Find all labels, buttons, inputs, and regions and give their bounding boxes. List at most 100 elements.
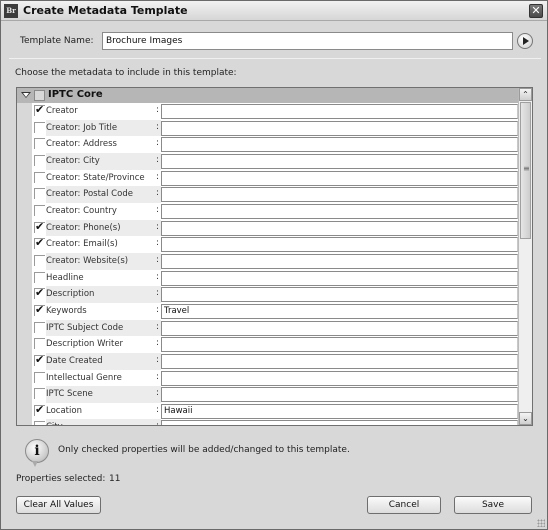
metadata-row: Intellectual Genre: — [17, 369, 518, 387]
row-colon: : — [156, 221, 160, 232]
group-label: IPTC Core — [48, 89, 103, 100]
flyout-menu-button[interactable] — [517, 33, 533, 49]
row-colon: : — [156, 105, 160, 115]
row-label: Creator: Email(s) — [46, 239, 118, 250]
template-name-label: Template Name: — [20, 36, 94, 46]
row-colon: : — [156, 304, 160, 315]
row-checkbox[interactable] — [34, 220, 45, 233]
row-checkbox[interactable] — [34, 103, 45, 116]
row-gutter — [17, 386, 32, 403]
row-colon: : — [156, 388, 160, 399]
info-icon: i — [25, 439, 49, 467]
resize-grip[interactable] — [537, 519, 545, 527]
row-value-input[interactable] — [161, 387, 518, 403]
row-colon: : — [156, 238, 160, 249]
save-button[interactable]: Save — [454, 496, 532, 514]
row-colon: : — [156, 204, 160, 215]
row-checkbox[interactable] — [34, 204, 45, 216]
row-value-input[interactable] — [161, 187, 518, 203]
clear-all-values-button[interactable]: Clear All Values — [16, 496, 101, 514]
vertical-scrollbar[interactable]: ⌃ ≡ ⌄ — [518, 88, 532, 425]
row-checkbox[interactable] — [34, 321, 45, 333]
row-checkbox[interactable] — [34, 154, 45, 166]
row-value-input[interactable] — [161, 120, 518, 136]
row-checkbox[interactable] — [34, 303, 45, 316]
row-checkbox[interactable] — [34, 371, 45, 383]
divider — [9, 58, 541, 59]
row-gutter — [17, 336, 32, 353]
row-value-input[interactable] — [161, 170, 518, 186]
row-label: Creator: City — [46, 152, 161, 170]
row-value-input[interactable] — [161, 287, 518, 303]
row-value-input[interactable] — [161, 220, 518, 236]
disclosure-triangle-icon[interactable] — [21, 92, 31, 98]
row-checkbox[interactable] — [34, 171, 45, 183]
row-value-input[interactable] — [161, 270, 518, 286]
metadata-row: IPTC Subject Code: — [17, 319, 518, 337]
group-header-iptc-core[interactable]: IPTC Core — [17, 88, 518, 103]
create-metadata-template-dialog: Br Create Metadata Template ✕ Template N… — [0, 0, 548, 530]
metadata-list: IPTC Core Creator:Creator: Job Title:Cre… — [16, 87, 533, 426]
row-checkbox[interactable] — [34, 188, 45, 200]
row-checkbox[interactable] — [34, 286, 45, 300]
info-message: Only checked properties will be added/ch… — [58, 445, 350, 455]
row-value-input[interactable] — [161, 420, 518, 425]
row-checkbox[interactable] — [34, 403, 45, 416]
row-colon: : — [156, 419, 159, 425]
row-checkbox[interactable] — [34, 338, 45, 350]
row-value-input[interactable] — [161, 104, 518, 119]
scroll-up-button[interactable]: ⌃ — [519, 88, 532, 101]
metadata-row: Creator: City: — [17, 152, 518, 170]
metadata-row: Headline: — [17, 269, 518, 287]
row-gutter — [17, 252, 32, 270]
row-value-input[interactable]: Travel — [161, 303, 518, 319]
row-label: Creator — [46, 106, 78, 116]
scroll-down-button[interactable]: ⌄ — [519, 412, 532, 425]
metadata-row: IPTC Scene: — [17, 386, 518, 403]
group-checkbox[interactable] — [34, 90, 45, 101]
row-checkbox[interactable] — [34, 138, 45, 150]
row-label: Creator: Job Title — [46, 119, 161, 137]
metadata-rows: Creator:Creator: Job Title:Creator: Addr… — [17, 103, 518, 425]
row-value-input[interactable] — [161, 337, 518, 353]
row-checkbox[interactable] — [34, 121, 45, 133]
row-label: Headline — [46, 272, 84, 283]
row-value-input[interactable] — [161, 153, 518, 169]
row-gutter — [17, 302, 32, 320]
row-checkbox[interactable] — [34, 271, 45, 283]
metadata-row: Creator: Country: — [17, 202, 518, 220]
window-title: Create Metadata Template — [23, 4, 188, 17]
title-bar: Br Create Metadata Template ✕ — [1, 1, 547, 21]
row-label: Description — [46, 286, 161, 303]
row-value-input[interactable] — [161, 320, 518, 336]
cancel-button[interactable]: Cancel — [367, 496, 441, 514]
row-checkbox[interactable] — [34, 388, 45, 400]
row-value-input[interactable] — [161, 370, 518, 386]
row-checkbox[interactable] — [34, 421, 45, 425]
metadata-row: Location:Hawaii — [17, 402, 518, 420]
scroll-thumb[interactable]: ≡ — [520, 102, 531, 239]
row-checkbox[interactable] — [34, 236, 45, 250]
row-value-input[interactable] — [161, 253, 518, 269]
row-gutter — [17, 169, 32, 187]
metadata-row: Keywords:Travel — [17, 302, 518, 320]
row-colon: : — [156, 404, 160, 415]
row-value-input[interactable] — [161, 137, 518, 153]
close-button[interactable]: ✕ — [529, 4, 543, 18]
row-gutter — [17, 402, 32, 420]
row-value-input[interactable] — [161, 237, 518, 253]
row-checkbox[interactable] — [34, 254, 45, 266]
row-gutter — [17, 136, 32, 153]
row-label: Creator: Phone(s) — [46, 219, 161, 237]
row-value-input[interactable] — [161, 353, 518, 369]
template-name-input[interactable]: Brochure Images — [102, 32, 513, 50]
row-value-input[interactable] — [161, 203, 518, 219]
row-colon: : — [156, 338, 160, 349]
properties-selected-label: Properties selected: — [16, 474, 106, 484]
row-checkbox[interactable] — [34, 353, 45, 366]
metadata-row: Creator: Phone(s): — [17, 219, 518, 237]
row-label: Date Created — [46, 352, 161, 370]
row-gutter — [17, 236, 32, 253]
row-gutter — [17, 119, 32, 137]
row-value-input[interactable]: Hawaii — [161, 403, 518, 419]
